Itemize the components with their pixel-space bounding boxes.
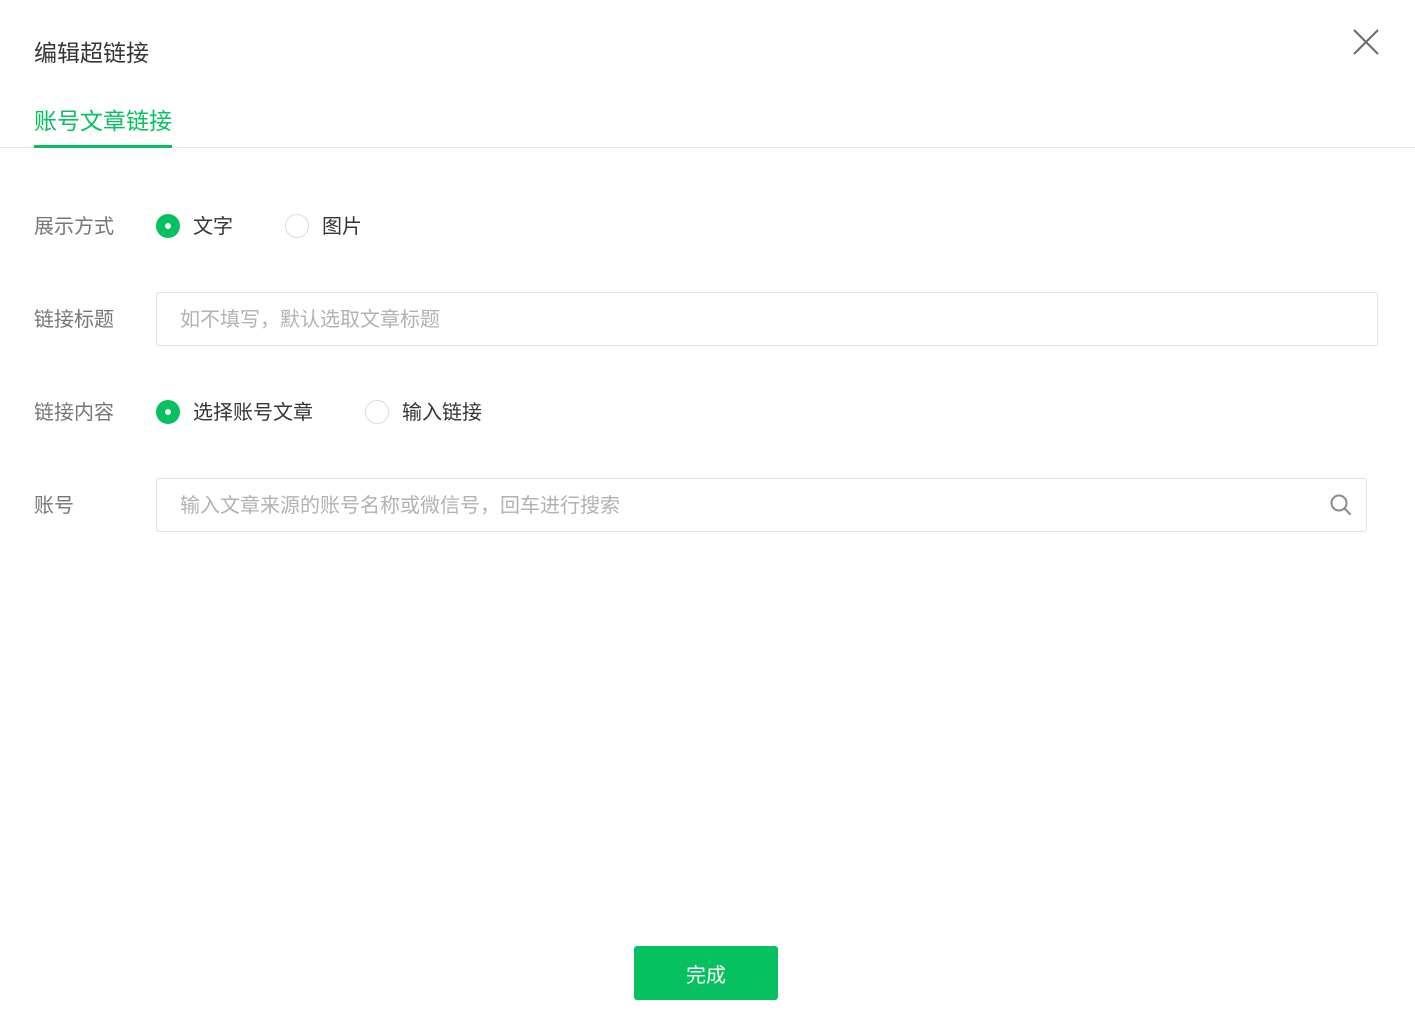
radio-select-article-indicator[interactable] bbox=[156, 400, 180, 424]
radio-select-article[interactable]: 选择账号文章 bbox=[156, 398, 313, 426]
link-content-label: 链接内容 bbox=[34, 400, 114, 424]
radio-select-article-label: 选择账号文章 bbox=[193, 400, 313, 424]
radio-image-label: 图片 bbox=[322, 214, 362, 238]
radio-text-label: 文字 bbox=[193, 214, 233, 238]
display-mode-row: 展示方式 文字 图片 bbox=[34, 212, 362, 240]
link-content-row: 链接内容 选择账号文章 输入链接 bbox=[34, 398, 482, 426]
close-button[interactable] bbox=[1350, 26, 1382, 58]
account-label: 账号 bbox=[34, 493, 74, 517]
radio-text[interactable]: 文字 bbox=[156, 212, 233, 240]
tab-account-article-link[interactable]: 账号文章链接 bbox=[34, 104, 172, 148]
display-mode-radio-group: 文字 图片 bbox=[156, 212, 362, 240]
display-mode-label: 展示方式 bbox=[34, 214, 114, 238]
account-search-input[interactable] bbox=[156, 478, 1367, 532]
tab-bar: 账号文章链接 bbox=[0, 100, 1415, 148]
radio-image[interactable]: 图片 bbox=[285, 212, 362, 240]
search-icon[interactable] bbox=[1329, 493, 1353, 517]
done-button[interactable]: 完成 bbox=[634, 946, 778, 1000]
radio-text-indicator[interactable] bbox=[156, 214, 180, 238]
radio-input-link[interactable]: 输入链接 bbox=[365, 398, 482, 426]
link-title-label: 链接标题 bbox=[34, 307, 114, 331]
radio-input-link-label: 输入链接 bbox=[402, 400, 482, 424]
radio-input-link-indicator[interactable] bbox=[365, 400, 389, 424]
edit-hyperlink-dialog: 编辑超链接 账号文章链接 展示方式 文字 图片 链接标题 链接内容 bbox=[0, 0, 1415, 1033]
link-content-radio-group: 选择账号文章 输入链接 bbox=[156, 398, 482, 426]
account-search bbox=[156, 478, 1367, 532]
account-row: 账号 bbox=[34, 478, 1367, 532]
close-icon bbox=[1353, 29, 1379, 55]
link-title-input[interactable] bbox=[156, 292, 1378, 346]
dialog-title: 编辑超链接 bbox=[34, 41, 149, 67]
radio-image-indicator[interactable] bbox=[285, 214, 309, 238]
link-title-row: 链接标题 bbox=[34, 292, 1378, 346]
